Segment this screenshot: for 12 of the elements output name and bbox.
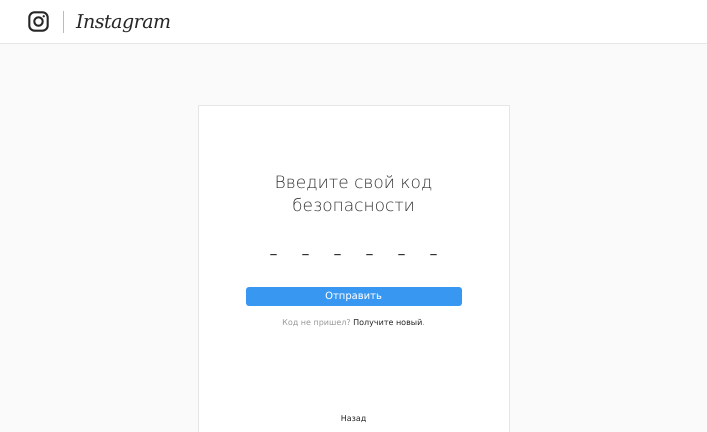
code-heading: Введите свой код безопасности [274, 172, 434, 218]
code-digit-field[interactable]: – [360, 244, 380, 263]
back-link[interactable]: Назад [340, 414, 366, 423]
code-digit-field[interactable]: – [392, 244, 412, 263]
code-digit-field[interactable]: – [328, 244, 348, 263]
code-digit-field[interactable]: – [424, 244, 444, 263]
camera-icon[interactable] [28, 11, 49, 32]
code-digit-field[interactable]: – [296, 244, 316, 263]
instagram-wordmark[interactable]: Instagram [76, 10, 171, 32]
resend-prompt: Код не пришел? Получите новый. [282, 318, 425, 327]
code-digit-field[interactable]: – [264, 244, 284, 263]
resend-link[interactable]: Получите новый [353, 318, 422, 327]
